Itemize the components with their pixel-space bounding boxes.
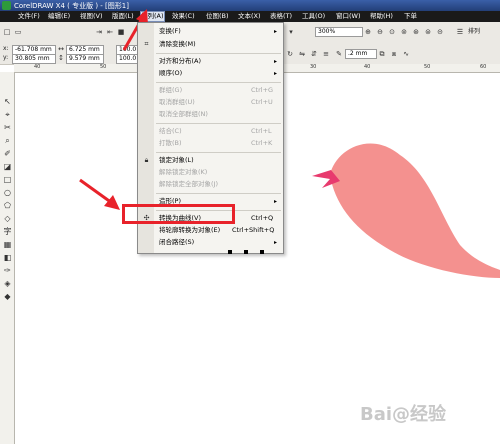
menu-item-label: 对齐和分布(A)	[159, 57, 202, 65]
watermark: Bai@经验	[360, 404, 447, 425]
clear-transform-icon: ⌗	[144, 40, 149, 48]
menu-item-label: 取消全部群组(N)	[159, 110, 208, 118]
menu-separator	[156, 193, 281, 194]
submenu-arrow-icon: ▸	[274, 198, 278, 205]
menu-item-unlock-object[interactable]: 解除锁定对象(K)	[138, 167, 283, 178]
menu-item-shortcut: Ctrl+L	[251, 127, 272, 135]
menu-item-align-distribute[interactable]: 对齐和分布(A) ▸	[138, 56, 283, 67]
menu-item-ungroup[interactable]: 取消群组(U) Ctrl+U	[138, 97, 283, 108]
menu-item-label: 闭合路径(S)	[159, 238, 195, 246]
submenu-arrow-icon: ▸	[274, 28, 278, 35]
menu-item-shortcut: Ctrl+G	[251, 86, 274, 94]
menu-item-ungroup-all[interactable]: 取消全部群组(N)	[138, 109, 283, 120]
menu-item-label: 将轮廓转换为对象(E)	[159, 226, 221, 234]
menu-separator	[156, 123, 281, 124]
selection-handle[interactable]	[228, 250, 232, 254]
menu-item-unlock-all[interactable]: 解除锁定全部对象(J)	[138, 179, 283, 190]
menu-item-label: 打散(B)	[159, 139, 182, 147]
menu-item-shortcut: Ctrl+Q	[251, 214, 274, 222]
menu-item-order[interactable]: 顺序(O) ▸	[138, 68, 283, 79]
menu-item-outline-to-object[interactable]: 将轮廓转换为对象(E) Ctrl+Shift+Q	[138, 225, 283, 236]
menu-item-label: 解除锁定全部对象(J)	[159, 180, 218, 188]
menu-separator	[156, 53, 281, 54]
menu-item-shortcut: Ctrl+U	[251, 98, 273, 106]
menu-separator	[156, 82, 281, 83]
menu-item-label: 顺序(O)	[159, 69, 183, 77]
menu-item-combine[interactable]: 结合(C) Ctrl+L	[138, 126, 283, 137]
highlight-box	[122, 204, 235, 224]
menu-item-label: 锁定对象(L)	[159, 156, 194, 164]
menu-item-lock-object[interactable]: 🔒︎ 锁定对象(L)	[138, 155, 283, 166]
lock-icon: 🔒︎	[144, 156, 149, 164]
menu-item-label: 清除变换(M)	[159, 40, 196, 48]
menu-item-close-path[interactable]: 闭合路径(S) ▸	[138, 237, 283, 248]
menu-item-shortcut: Ctrl+Shift+Q	[232, 226, 275, 234]
menu-item-shortcut: Ctrl+K	[251, 139, 273, 147]
menu-item-label: 群组(G)	[159, 86, 183, 94]
submenu-arrow-icon: ▸	[274, 239, 278, 246]
menu-item-label: 结合(C)	[159, 127, 182, 135]
menu-item-label: 变换(F)	[159, 27, 181, 35]
menu-item-label: 解除锁定对象(K)	[159, 168, 208, 176]
submenu-arrow-icon: ▸	[274, 70, 278, 77]
menu-separator	[156, 152, 281, 153]
selection-handle[interactable]	[260, 250, 264, 254]
menu-item-group[interactable]: 群组(G) Ctrl+G	[138, 85, 283, 96]
selection-handle[interactable]	[244, 250, 248, 254]
menu-item-break-apart[interactable]: 打散(B) Ctrl+K	[138, 138, 283, 149]
menu-item-clear-transform[interactable]: ⌗ 清除变换(M)	[138, 39, 283, 50]
annotation-arrow-left	[79, 178, 113, 205]
submenu-arrow-icon: ▸	[274, 58, 278, 65]
menu-item-transform[interactable]: 变换(F) ▸	[138, 26, 283, 37]
menu-item-label: 取消群组(U)	[159, 98, 195, 106]
bird-body-shape[interactable]	[330, 143, 500, 278]
